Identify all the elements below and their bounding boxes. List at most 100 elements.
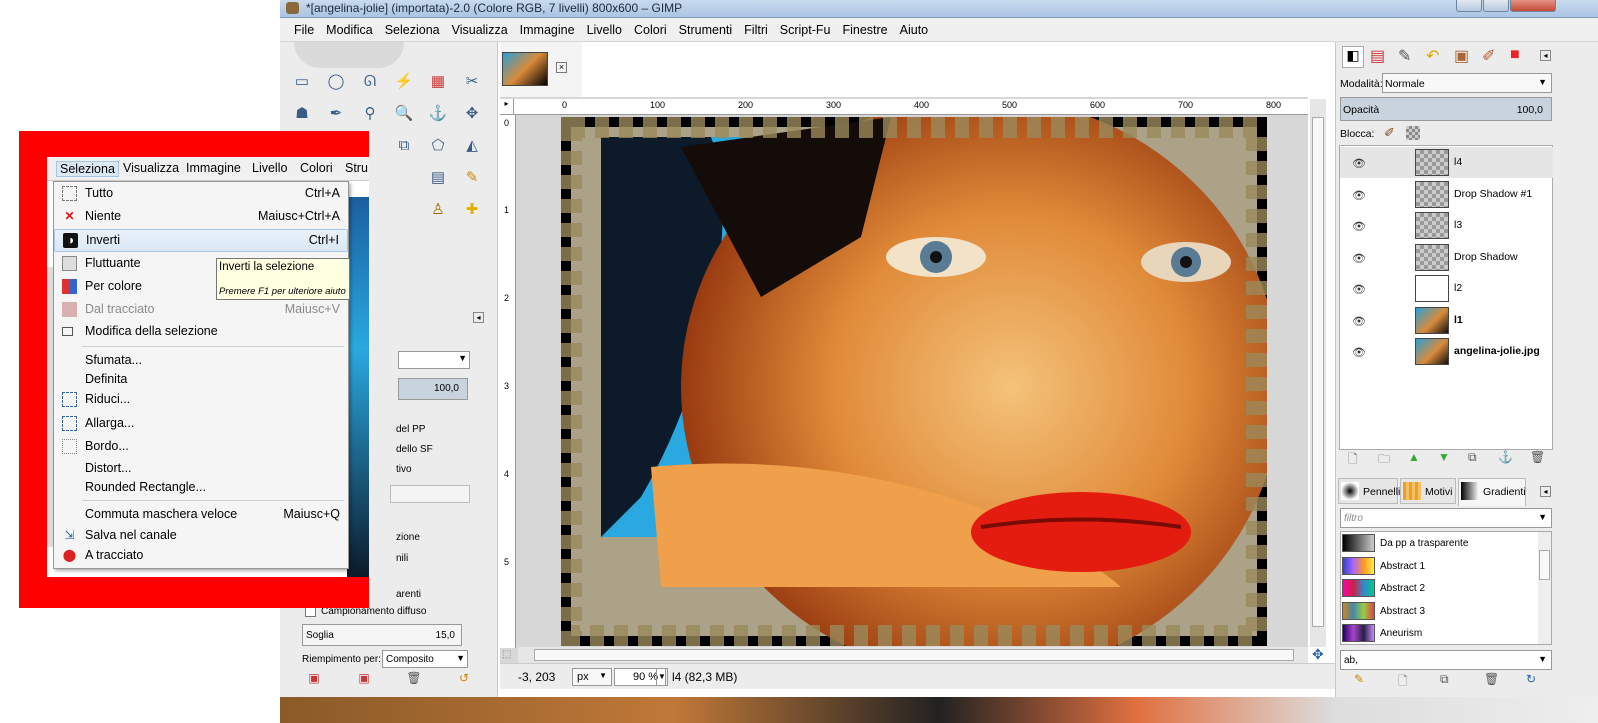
close-tab-icon[interactable]: × — [556, 62, 567, 73]
menu-finestre[interactable]: Finestre — [836, 18, 893, 42]
visibility-eye-icon[interactable]: 👁 — [1352, 220, 1366, 233]
visibility-eye-icon[interactable]: 👁 — [1352, 252, 1366, 265]
pencil-icon[interactable]: ✎ — [460, 166, 484, 190]
anchor-layer-icon[interactable]: ⚓ — [1498, 450, 1513, 464]
menu-immagine[interactable]: Immagine — [514, 18, 581, 42]
foreground-select-icon[interactable]: ☗ — [290, 102, 314, 126]
move-icon[interactable]: ✥ — [460, 102, 484, 126]
layer-row[interactable]: 👁 angelina-jolie.jpg — [1340, 336, 1553, 367]
edit-gradient-icon[interactable]: ✎ — [1354, 672, 1364, 686]
color-select-icon[interactable]: ▦ — [426, 70, 450, 94]
vertical-scrollbar[interactable] — [1310, 99, 1326, 647]
visibility-eye-icon[interactable]: 👁 — [1352, 189, 1366, 202]
visibility-eye-icon[interactable]: 👁 — [1352, 346, 1366, 359]
tab-motivi[interactable]: Motivi — [1400, 478, 1456, 504]
visibility-eye-icon[interactable]: 👁 — [1352, 157, 1366, 170]
lasso-icon[interactable]: ᘏ — [358, 70, 382, 94]
tab-pennelli[interactable]: Pennelli — [1338, 478, 1400, 504]
menu-item-dal-tracciato[interactable]: Dal tracciato Maiusc+V — [54, 299, 348, 320]
palette-tab-icon[interactable]: ■ — [1510, 46, 1520, 64]
maximize-button[interactable] — [1483, 0, 1509, 12]
heal-icon[interactable]: ✚ — [460, 198, 484, 222]
menu-seleziona[interactable]: Seleziona — [379, 18, 446, 42]
menu-livello[interactable]: Livello — [581, 18, 628, 42]
menu-item-definita[interactable]: Definita — [54, 369, 348, 390]
crop-icon[interactable]: ⧉ — [392, 134, 416, 158]
tab-gradienti[interactable]: Gradienti — [1458, 478, 1526, 506]
lower-layer-icon[interactable]: ▼ — [1438, 450, 1450, 464]
menu-item-rounded-rectangle[interactable]: Rounded Rectangle... — [54, 477, 348, 498]
gradient-item[interactable]: Abstract 2 — [1342, 577, 1538, 599]
fuzzy-select-icon[interactable]: ⚡ — [392, 70, 416, 94]
gradient-tag-input[interactable]: ab, ▼ — [1340, 650, 1552, 670]
menu-item-salva-canale[interactable]: ⇲ Salva nel canale — [54, 525, 348, 546]
layer-row[interactable]: 👁 l4 — [1340, 147, 1553, 178]
delete-layer-icon[interactable]: 🗑 — [1530, 450, 1545, 464]
delete-options-icon[interactable]: 🗑 — [402, 666, 426, 690]
visibility-eye-icon[interactable]: 👁 — [1352, 315, 1366, 328]
inset-menu-seleziona[interactable]: Seleziona — [56, 161, 119, 177]
gradient-item[interactable]: Abstract 1 — [1342, 555, 1538, 577]
tab-menu-button[interactable]: ◂ — [473, 312, 484, 323]
zoom-dropdown-button[interactable]: ▼ — [656, 668, 668, 686]
canvas-image[interactable] — [561, 117, 1267, 646]
save-options-icon[interactable]: ▣ — [302, 666, 326, 690]
menu-item-modifica-selezione[interactable]: Modifica della selezione — [54, 321, 348, 342]
color-picker-icon[interactable]: ⚲ — [358, 102, 382, 126]
menu-item-inverti[interactable]: ◑ Inverti Ctrl+I — [54, 229, 348, 252]
menu-visualizza[interactable]: Visualizza — [446, 18, 514, 42]
gradient-item[interactable]: Da pp a trasparente — [1342, 532, 1538, 554]
blend-icon[interactable]: ▤ — [426, 166, 450, 190]
gradient-list-scrollbar[interactable] — [1538, 532, 1551, 644]
image-tab[interactable]: × — [500, 42, 582, 97]
zoom-icon[interactable]: 🔍 — [392, 102, 416, 126]
menu-item-distort[interactable]: Distort... — [54, 458, 348, 479]
menu-aiuto[interactable]: Aiuto — [894, 18, 935, 42]
unit-combo[interactable]: px ▼ — [572, 668, 612, 686]
undo-tab-icon[interactable]: ↶ — [1426, 46, 1439, 66]
menu-strumenti[interactable]: Strumenti — [673, 18, 739, 42]
close-button[interactable] — [1510, 0, 1556, 12]
lock-alpha-icon[interactable] — [1406, 126, 1420, 140]
clone-icon[interactable]: ♙ — [426, 198, 450, 222]
quick-mask-icon[interactable]: ⬚ — [502, 649, 511, 660]
lock-pixels-icon[interactable]: ✐ — [1384, 125, 1395, 141]
menu-colori[interactable]: Colori — [628, 18, 673, 42]
channels-tab-icon[interactable]: ▤ — [1370, 46, 1385, 66]
perspective-icon[interactable]: ⬠ — [426, 134, 450, 158]
restore-options-icon[interactable]: ▣ — [352, 666, 376, 690]
inset-menu-stru[interactable]: Stru — [345, 161, 368, 175]
paths-tab-icon[interactable]: ✎ — [1398, 46, 1411, 66]
menu-item-a-tracciato[interactable]: ⬤ A tracciato — [54, 545, 348, 566]
brush-tab-icon[interactable]: ✐ — [1482, 46, 1495, 66]
layer-row[interactable]: 👁 l2 — [1340, 273, 1553, 304]
raise-layer-icon[interactable]: ▲ — [1408, 450, 1420, 464]
menu-item-riduci[interactable]: Riduci... — [54, 389, 348, 410]
duplicate-gradient-icon[interactable]: ⧉ — [1440, 672, 1449, 687]
inset-menu-immagine[interactable]: Immagine — [186, 161, 241, 175]
inset-menu-visualizza[interactable]: Visualizza — [123, 161, 179, 175]
horizontal-scrollbar[interactable] — [518, 647, 1308, 663]
minimize-button[interactable] — [1456, 0, 1482, 12]
paths-icon[interactable]: ✒ — [324, 102, 348, 126]
menu-item-maschera-veloce[interactable]: Commuta maschera veloce Maiusc+Q — [54, 504, 348, 525]
scroll-thumb-v[interactable] — [1312, 117, 1324, 627]
reset-options-icon[interactable]: ↺ — [452, 666, 476, 690]
gradient-item[interactable]: Aneurism — [1342, 622, 1538, 644]
inset-menu-colori[interactable]: Colori — [300, 161, 333, 175]
dock-menu-button[interactable]: ◂ — [1540, 50, 1551, 61]
gradient-item[interactable]: Abstract 3 — [1342, 600, 1538, 622]
layer-row[interactable]: 👁 l1 — [1340, 305, 1553, 336]
inset-menu-livello[interactable]: Livello — [252, 161, 287, 175]
ruler-corner[interactable]: ▸ — [500, 99, 514, 115]
menu-modifica[interactable]: Modifica — [320, 18, 379, 42]
refresh-gradients-icon[interactable]: ↻ — [1526, 672, 1536, 686]
threshold-slider[interactable]: Soglia 15,0 — [302, 624, 462, 646]
scroll-thumb-h[interactable] — [534, 649, 1294, 661]
menu-file[interactable]: File — [288, 18, 320, 42]
layers-tab-icon[interactable]: ◧ — [1342, 46, 1364, 68]
gradient-scroll-thumb[interactable] — [1539, 550, 1550, 580]
tool-options-combo[interactable]: ▼ — [398, 351, 470, 369]
new-gradient-icon[interactable]: 🗋 — [1398, 672, 1408, 693]
visibility-eye-icon[interactable]: 👁 — [1352, 283, 1366, 296]
